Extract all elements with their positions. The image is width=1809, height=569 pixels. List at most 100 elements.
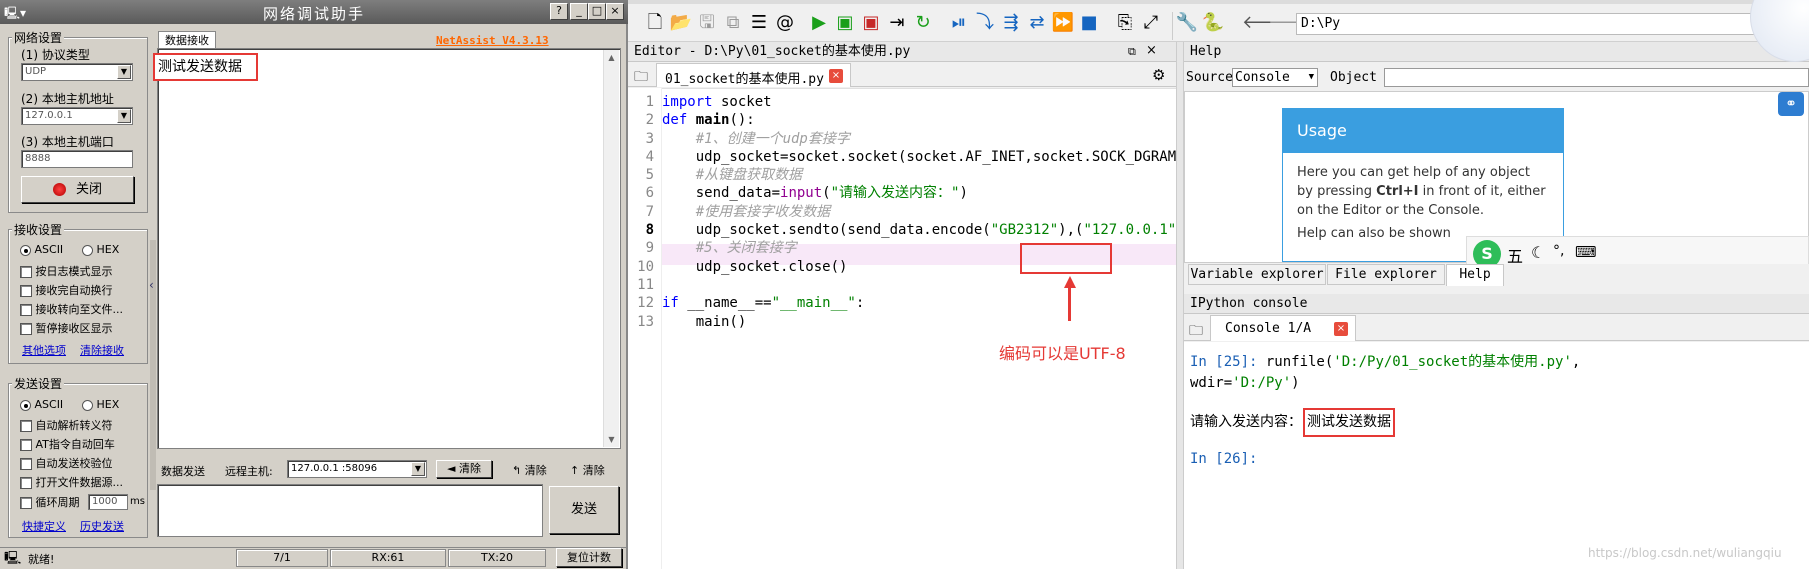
browse-tabs-icon[interactable]: 🗀 [634, 66, 648, 90]
rx-clear-link[interactable]: 清除接收 [80, 342, 124, 358]
undock-icon[interactable]: ⧉ [1128, 45, 1136, 59]
rerun-icon[interactable]: ↻ [910, 10, 936, 36]
close-pane-icon[interactable]: × [1146, 43, 1157, 58]
rx-option-file[interactable]: 接收转向至文件... [20, 301, 123, 317]
maximize-icon[interactable]: □ [588, 3, 606, 20]
run-cell-advance-icon[interactable]: ▣ [858, 10, 884, 36]
rx-option-log[interactable]: 按日志模式显示 [20, 263, 113, 279]
step-return-icon[interactable]: ⇄ [1024, 10, 1050, 36]
rx-more-options-link[interactable]: 其他选项 [22, 342, 66, 358]
code-line[interactable]: 12 if __name__=="__main__": [628, 294, 1176, 312]
code-line[interactable]: 7 #使用套接字收发数据 [628, 203, 1176, 221]
collapse-arrow-icon[interactable]: ‹ [149, 278, 154, 292]
scroll-down-icon[interactable]: ▼ [604, 435, 619, 444]
forward-arrow-icon[interactable]: 🡒 [1268, 10, 1316, 36]
editor-tab[interactable]: 01_socket的基本使用.py × [656, 63, 851, 87]
toolbar: 🗋 📂 🖫 ⧉ ☰ @ ▶ ▣ ▣ ⇥ ↻ ⏯ ⤵ ⇶ ⇄ ⏩ ■ ⎘ ⤢ 🔧 … [628, 4, 1809, 42]
clear-tx-button[interactable]: ↑ 清除 [570, 462, 605, 478]
debug-icon[interactable]: ⏯ [946, 10, 972, 36]
python-icon[interactable]: 🐍 [1200, 10, 1226, 36]
at-icon[interactable]: @ [772, 10, 798, 36]
code-line[interactable]: 3 #1、创建一个udp套接字 [628, 130, 1176, 148]
rx-hex-radio[interactable]: HEX [82, 243, 119, 256]
receive-scrollbar[interactable]: ▲ ▼ [603, 50, 619, 447]
close-console-icon[interactable]: × [1334, 322, 1348, 336]
tx-ascii-radio[interactable]: ASCII [20, 398, 63, 411]
path-input[interactable]: D:\Py [1296, 13, 1809, 35]
open-folder-icon[interactable]: 📂 [668, 10, 694, 36]
run-selection-icon[interactable]: ⇥ [884, 10, 910, 36]
close-tab-icon[interactable]: × [829, 69, 843, 83]
tx-hex-radio[interactable]: HEX [82, 398, 119, 411]
minimize-icon[interactable]: _ [570, 3, 588, 20]
console-tab[interactable]: Console 1/A × [1210, 315, 1356, 341]
clear-rx-button[interactable]: ↰ 清除 [512, 462, 547, 478]
version-label[interactable]: NetAssist V4.3.13 [436, 34, 549, 47]
netassist-titlebar[interactable]: 🖳▾ 网络调试助手 ? _ □ × [0, 0, 628, 24]
back-arrow-icon[interactable]: 🡐 [1242, 10, 1290, 36]
step-into-icon[interactable]: ⇶ [998, 10, 1024, 36]
pane-splitter[interactable] [1176, 42, 1184, 569]
reset-count-button[interactable]: 复位计数 [556, 548, 622, 567]
maximize-pane-icon[interactable]: ⎘ [1112, 10, 1138, 36]
host-select[interactable]: 127.0.0.1 ▼ [21, 107, 133, 125]
remote-host-select[interactable]: 127.0.0.1 :58096 ▼ [287, 460, 427, 478]
code-line[interactable]: 11 [628, 276, 1176, 294]
code-line[interactable]: 8 udp_socket.sendto(send_data.encode("GB… [628, 221, 1236, 239]
tab-variable-explorer[interactable]: Variable explorer [1188, 264, 1326, 285]
code-line[interactable]: 13 main() [628, 313, 1176, 331]
punctuation-icon[interactable]: °, [1553, 243, 1564, 259]
tx-option-file[interactable]: 打开文件数据源... [20, 474, 123, 490]
rx-option-pause[interactable]: 暂停接收区显示 [20, 320, 113, 336]
link-icon[interactable]: ⚭ [1778, 92, 1804, 116]
code-line[interactable]: 6 send_data=input("请输入发送内容：") [628, 184, 1176, 202]
code-text: main() [662, 313, 747, 330]
source-select[interactable]: Console ▼ [1232, 68, 1318, 87]
history-link[interactable]: 历史发送 [80, 518, 124, 534]
code-line[interactable]: 5 #从键盘获取数据 [628, 166, 1176, 184]
fullscreen-icon[interactable]: ⤢ [1138, 10, 1164, 36]
close-icon[interactable]: × [606, 3, 624, 20]
code-line[interactable]: 4 udp_socket=socket.socket(socket.AF_INE… [628, 148, 1185, 166]
run-icon[interactable]: ▶ [806, 10, 832, 36]
tab-file-explorer[interactable]: File explorer [1327, 264, 1445, 285]
save-all-icon[interactable]: ⧉ [720, 10, 746, 36]
tx-option-at[interactable]: AT指令自动回车 [20, 436, 115, 452]
tab-help[interactable]: Help [1446, 264, 1504, 286]
loop-unit-label: ms [130, 496, 145, 507]
receive-area[interactable] [157, 48, 621, 449]
moon-icon[interactable]: ☾ [1531, 243, 1545, 262]
loop-interval-input[interactable]: 1000 [88, 494, 128, 510]
gear-icon[interactable]: ⚙ [1152, 66, 1165, 84]
send-tab[interactable]: 数据发送 [161, 463, 205, 479]
save-icon[interactable]: 🖫 [694, 10, 720, 36]
tx-option-checksum[interactable]: 自动发送校验位 [20, 455, 113, 471]
continue-icon[interactable]: ⏩ [1050, 10, 1076, 36]
tx-option-escape[interactable]: 自动解析转义符 [20, 417, 113, 433]
object-input[interactable] [1384, 68, 1809, 87]
tx-loop-option[interactable]: 循环周期 [20, 494, 80, 510]
stop-icon[interactable]: ■ [1076, 10, 1102, 36]
rx-ascii-radio[interactable]: ASCII [20, 243, 63, 256]
scroll-up-icon[interactable]: ▲ [604, 53, 619, 62]
send-input[interactable] [157, 484, 543, 537]
run-cell-icon[interactable]: ▣ [832, 10, 858, 36]
shortcut-link[interactable]: 快捷定义 [22, 518, 66, 534]
console-output[interactable]: In [25]: runfile('D:/Py/01_socket的基本使用.p… [1184, 342, 1809, 569]
close-connection-button[interactable]: 关闭 [21, 176, 134, 203]
step-icon[interactable]: ⤵ [972, 10, 998, 36]
new-file-icon[interactable]: 🗋 [642, 10, 668, 36]
help-icon[interactable]: ? [550, 3, 568, 20]
code-line[interactable]: 1 import socket [628, 93, 1176, 111]
clear-send-button[interactable]: ◄ 清除 [436, 460, 492, 478]
receive-tab[interactable]: 数据接收 [158, 31, 216, 49]
port-input[interactable]: 8888 [21, 150, 133, 168]
protocol-select[interactable]: UDP ▼ [21, 63, 133, 81]
wrench-icon[interactable]: 🔧 [1174, 10, 1200, 36]
rx-option-wrap[interactable]: 接收完自动换行 [20, 282, 113, 298]
keyboard-icon[interactable]: ⌨ [1575, 243, 1597, 261]
send-button[interactable]: 发送 [549, 486, 619, 534]
browse-console-tabs-icon[interactable]: 🗀 [1189, 320, 1203, 344]
code-line[interactable]: 2 def main(): [628, 111, 1176, 129]
list-icon[interactable]: ☰ [746, 10, 772, 36]
